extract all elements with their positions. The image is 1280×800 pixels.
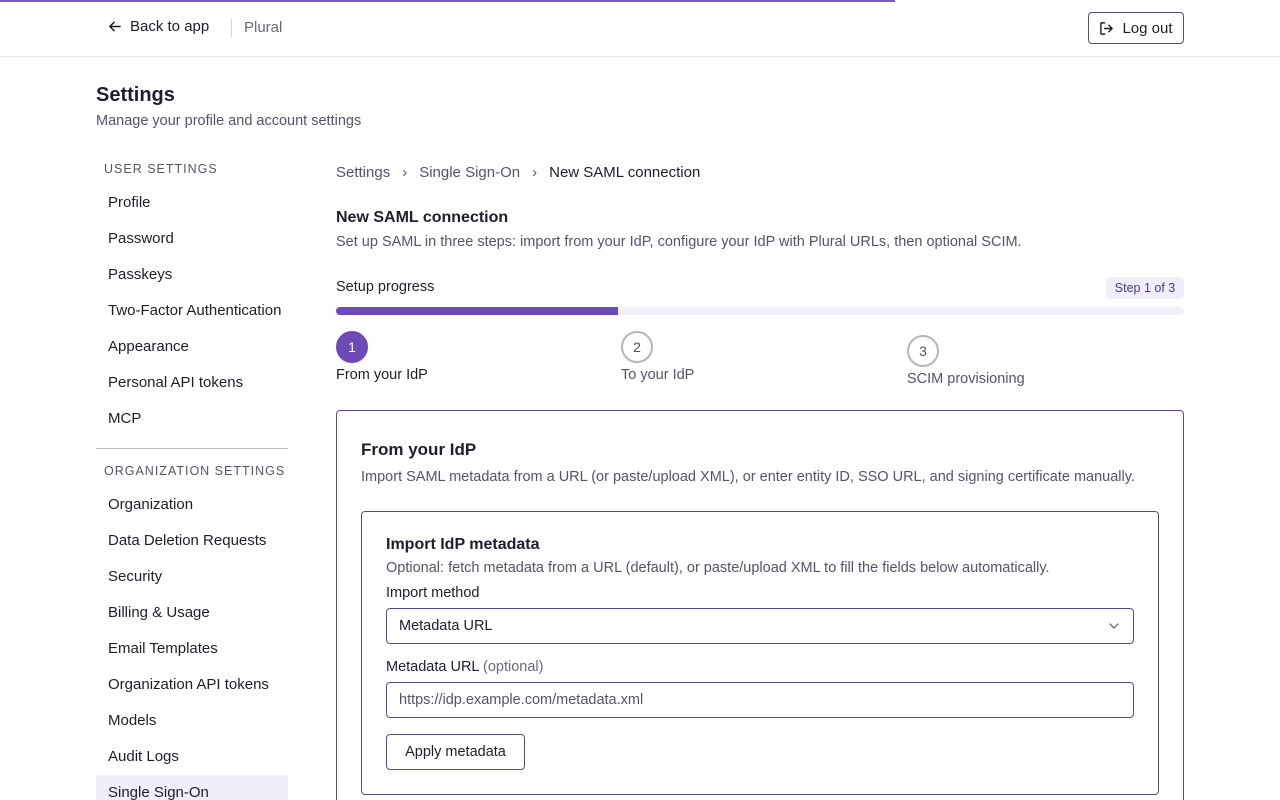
sidebar-item-appearance[interactable]: Appearance [96, 329, 288, 365]
step-from-your-idp[interactable]: 1 From your IdP [336, 331, 428, 383]
sidebar-item-two-factor[interactable]: Two-Factor Authentication [96, 293, 288, 329]
step-badge: Step 1 of 3 [1106, 277, 1184, 299]
sidebar-item-password[interactable]: Password [96, 221, 288, 257]
setup-progress-bar [336, 307, 1184, 315]
page-subtitle: Manage your profile and account settings [96, 113, 362, 129]
step-number: 3 [907, 335, 939, 367]
metadata-url-label: Metadata URL (optional) [386, 659, 543, 675]
chevron-down-icon [1109, 623, 1119, 629]
breadcrumb-settings[interactable]: Settings [336, 164, 390, 181]
sidebar-item-models[interactable]: Models [96, 703, 288, 739]
sidebar-item-personal-api-tokens[interactable]: Personal API tokens [96, 365, 288, 401]
page-title: Settings [96, 84, 175, 106]
sidebar-item-email-templates[interactable]: Email Templates [96, 631, 288, 667]
organization-settings-heading: ORGANIZATION SETTINGS [104, 464, 286, 478]
back-to-app-link[interactable]: Back to app [108, 18, 209, 35]
sidebar-item-single-sign-on[interactable]: Single Sign-On [96, 775, 288, 800]
metadata-url-input[interactable] [386, 682, 1134, 718]
chevron-right-icon: › [402, 164, 408, 181]
settings-sidebar: USER SETTINGS Profile Password Passkeys … [96, 160, 288, 800]
setup-progress-label: Setup progress [336, 279, 435, 295]
sidebar-item-organization[interactable]: Organization [96, 487, 288, 523]
step-scim-provisioning[interactable]: 3 SCIM provisioning [907, 335, 1025, 387]
sidebar-item-audit-logs[interactable]: Audit Logs [96, 739, 288, 775]
sidebar-item-security[interactable]: Security [96, 559, 288, 595]
log-out-label: Log out [1122, 19, 1173, 37]
arrow-left-icon [109, 21, 121, 32]
sidebar-item-profile[interactable]: Profile [96, 185, 288, 221]
card-description: Import SAML metadata from a URL (or past… [361, 469, 1135, 485]
chevron-right-icon: › [532, 164, 538, 181]
section-description: Set up SAML in three steps: import from … [336, 234, 1022, 250]
import-method-label: Import method [386, 585, 480, 601]
breadcrumb-single-sign-on[interactable]: Single Sign-On [419, 164, 520, 181]
import-method-select[interactable]: Metadata URL [386, 608, 1134, 644]
step-label: SCIM provisioning [907, 371, 1025, 387]
sidebar-item-data-deletion-requests[interactable]: Data Deletion Requests [96, 523, 288, 559]
step-label: To your IdP [621, 367, 695, 383]
section-title: New SAML connection [336, 209, 509, 226]
apply-metadata-button[interactable]: Apply metadata [386, 734, 525, 770]
top-bar: Back to app Plural Log out [0, 0, 1280, 57]
breadcrumb: Settings › Single Sign-On › New SAML con… [336, 164, 700, 181]
back-to-app-label: Back to app [130, 18, 210, 35]
optional-tag: (optional) [483, 659, 544, 675]
import-metadata-description: Optional: fetch metadata from a URL (def… [386, 560, 1050, 576]
step-number: 2 [621, 331, 653, 363]
import-metadata-title: Import IdP metadata [386, 536, 540, 553]
brand-name: Plural [244, 19, 283, 36]
setup-progress-fill [336, 307, 619, 315]
import-metadata-panel: Import IdP metadata Optional: fetch meta… [361, 511, 1159, 795]
sidebar-item-mcp[interactable]: MCP [96, 401, 288, 437]
metadata-url-label-text: Metadata URL [386, 659, 479, 675]
from-idp-card: From your IdP Import SAML metadata from … [336, 410, 1184, 800]
log-out-icon [1100, 21, 1114, 35]
card-title: From your IdP [361, 440, 477, 459]
step-to-your-idp[interactable]: 2 To your IdP [621, 331, 694, 383]
import-method-value: Metadata URL [399, 618, 493, 634]
sidebar-item-organization-api-tokens[interactable]: Organization API tokens [96, 667, 288, 703]
breadcrumb-current: New SAML connection [549, 164, 701, 181]
step-number: 1 [336, 331, 368, 363]
log-out-button[interactable]: Log out [1088, 12, 1184, 44]
step-label: From your IdP [336, 367, 428, 383]
user-settings-heading: USER SETTINGS [104, 162, 218, 176]
header-divider [231, 19, 232, 37]
sidebar-item-billing-usage[interactable]: Billing & Usage [96, 595, 288, 631]
sidebar-item-passkeys[interactable]: Passkeys [96, 257, 288, 293]
